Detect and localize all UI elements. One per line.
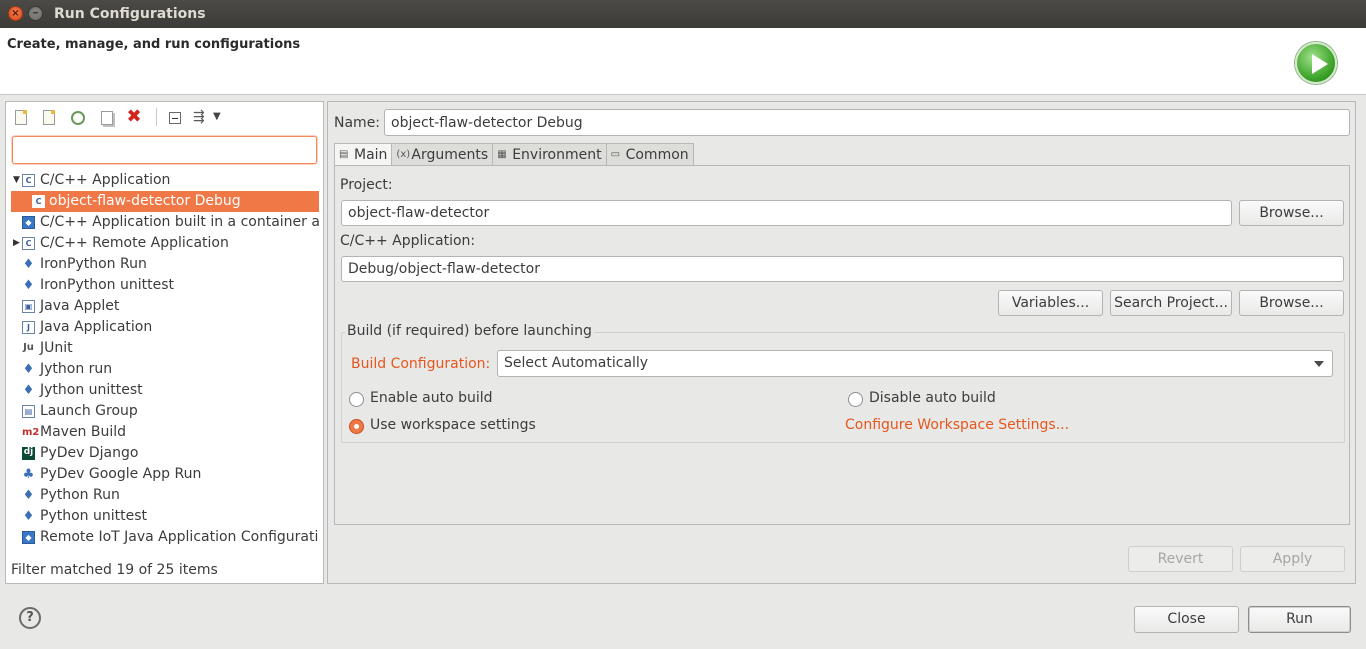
search-project-button[interactable]: Search Project... xyxy=(1110,290,1232,316)
environment-tab-icon: ▦ xyxy=(497,148,507,160)
view-menu-icon[interactable]: ▼ xyxy=(213,108,223,126)
toolbar-separator xyxy=(156,108,157,126)
build-group-title: Build (if required) before launching xyxy=(345,323,594,339)
tree-item-cpp-application[interactable]: ▼ C C/C++ Application xyxy=(11,170,319,191)
tree-item-java-applet[interactable]: ▣ Java Applet xyxy=(11,296,319,317)
tree-item-junit[interactable]: Ju JUnit xyxy=(11,338,319,359)
cpp-app-icon: C xyxy=(22,174,35,187)
cpp-application-field[interactable] xyxy=(341,256,1344,282)
tree-item-pydev-google-app-run[interactable]: ♣ PyDev Google App Run xyxy=(11,464,319,485)
header-description: Create, manage, and run configurations xyxy=(7,37,301,52)
tree-item-maven-build[interactable]: m2 Maven Build xyxy=(11,422,319,443)
variables-button[interactable]: Variables... xyxy=(998,290,1103,316)
enable-auto-build-label: Enable auto build xyxy=(370,390,493,406)
window-minimize-button[interactable]: – xyxy=(28,6,43,21)
filter-input[interactable] xyxy=(12,136,317,164)
junit-icon: Ju xyxy=(23,342,34,353)
delete-icon[interactable]: ✖ xyxy=(126,108,142,126)
python-icon: ♦ xyxy=(22,278,35,293)
filter-status: Filter matched 19 of 25 items xyxy=(11,562,218,578)
window-close-button[interactable]: × xyxy=(8,6,23,21)
export-icon[interactable] xyxy=(71,110,85,125)
disable-auto-build-radio[interactable] xyxy=(848,392,863,407)
config-editor-panel: Name: ▤ Main (x) Arguments ▦ Environment… xyxy=(327,101,1356,584)
tab-main[interactable]: ▤ Main xyxy=(334,143,393,166)
title-bar: × – Run Configurations xyxy=(0,0,1366,28)
chevron-down-icon xyxy=(1314,361,1324,367)
tab-arguments[interactable]: (x) Arguments xyxy=(391,143,494,165)
tree-item-pydev-django[interactable]: dj PyDev Django xyxy=(11,443,319,464)
new-launch-config-icon[interactable] xyxy=(15,110,27,125)
tree-item-python-unittest[interactable]: ♦ Python unittest xyxy=(11,506,319,527)
close-button[interactable]: Close xyxy=(1134,606,1239,633)
tab-environment[interactable]: ▦ Environment xyxy=(492,143,607,165)
tree-item-object-flaw-detector-debug[interactable]: C object-flaw-detector Debug xyxy=(11,191,319,212)
main-tab-icon: ▤ xyxy=(339,149,349,160)
python-icon: ♦ xyxy=(22,257,35,272)
revert-button[interactable]: Revert xyxy=(1128,546,1233,572)
main-tab-content: Project: Browse... C/C++ Application: Va… xyxy=(334,165,1350,525)
tree-item-cpp-container[interactable]: ◆ C/C++ Application built in a container… xyxy=(11,212,319,233)
python-icon: ♦ xyxy=(22,509,35,524)
tree-item-ironpython-run[interactable]: ♦ IronPython Run xyxy=(11,254,319,275)
cpp-app-icon: C xyxy=(22,237,35,250)
project-field[interactable] xyxy=(341,200,1232,226)
use-workspace-settings-label: Use workspace settings xyxy=(370,417,536,433)
name-label: Name: xyxy=(334,115,381,131)
remote-iot-icon: ◆ xyxy=(22,531,35,544)
java-applet-icon: ▣ xyxy=(22,300,35,313)
run-icon xyxy=(1295,42,1337,84)
tree-item-ironpython-unittest[interactable]: ♦ IronPython unittest xyxy=(11,275,319,296)
django-icon: dj xyxy=(22,447,35,460)
jython-icon: ♦ xyxy=(22,362,35,377)
common-tab-icon: ▭ xyxy=(610,148,621,160)
duplicate-icon[interactable] xyxy=(101,110,113,125)
tree-item-python-run[interactable]: ♦ Python Run xyxy=(11,485,319,506)
name-field[interactable] xyxy=(384,109,1350,136)
java-app-icon: J xyxy=(22,321,35,334)
enable-auto-build-radio[interactable] xyxy=(349,392,364,407)
build-configuration-label: Build Configuration: xyxy=(351,356,491,372)
apply-button[interactable]: Apply xyxy=(1240,546,1345,572)
cpp-app-icon: C xyxy=(32,195,45,208)
filter-icon[interactable]: ⇶ xyxy=(193,108,209,126)
config-tree: ▼ C C/C++ Application C object-flaw-dete… xyxy=(11,170,319,548)
launch-config-panel: ✖ ⇶ ▼ ▼ C C/C++ Application C object-fla… xyxy=(5,101,324,584)
configure-workspace-settings-link[interactable]: Configure Workspace Settings... xyxy=(845,417,1069,433)
disable-auto-build-label: Disable auto build xyxy=(869,390,996,406)
help-icon[interactable]: ? xyxy=(19,607,41,629)
tree-item-jython-unittest[interactable]: ♦ Jython unittest xyxy=(11,380,319,401)
container-icon: ◆ xyxy=(22,216,35,229)
launch-group-icon: ▤ xyxy=(22,405,35,418)
build-configuration-select[interactable]: Select Automatically xyxy=(497,350,1333,377)
config-toolbar: ✖ ⇶ ▼ xyxy=(12,108,231,126)
tree-item-launch-group[interactable]: ▤ Launch Group xyxy=(11,401,319,422)
new-prototype-icon[interactable] xyxy=(43,110,55,125)
tree-item-cpp-remote[interactable]: ▶ C C/C++ Remote Application xyxy=(11,233,319,254)
dialog-header: Create, manage, and run configurations xyxy=(0,28,1366,95)
application-browse-button[interactable]: Browse... xyxy=(1239,290,1344,316)
arguments-tab-icon: (x) xyxy=(396,148,411,160)
tree-item-java-application[interactable]: J Java Application xyxy=(11,317,319,338)
tree-item-jython-run[interactable]: ♦ Jython run xyxy=(11,359,319,380)
run-button[interactable]: Run xyxy=(1248,606,1351,633)
window-title: Run Configurations xyxy=(54,6,206,22)
project-browse-button[interactable]: Browse... xyxy=(1239,200,1344,226)
cpp-application-label: C/C++ Application: xyxy=(340,233,476,249)
tab-common[interactable]: ▭ Common xyxy=(605,143,694,165)
tree-item-remote-iot-java[interactable]: ◆ Remote IoT Java Application Configurat… xyxy=(11,527,319,548)
config-tabs: ▤ Main (x) Arguments ▦ Environment ▭ Com… xyxy=(334,143,694,166)
jython-icon: ♦ xyxy=(22,383,35,398)
project-label: Project: xyxy=(340,177,393,193)
python-icon: ♦ xyxy=(22,488,35,503)
maven-icon: m2 xyxy=(22,427,40,438)
use-workspace-settings-radio[interactable] xyxy=(349,419,364,434)
collapse-all-icon[interactable] xyxy=(169,112,181,124)
google-app-icon: ♣ xyxy=(22,467,35,482)
